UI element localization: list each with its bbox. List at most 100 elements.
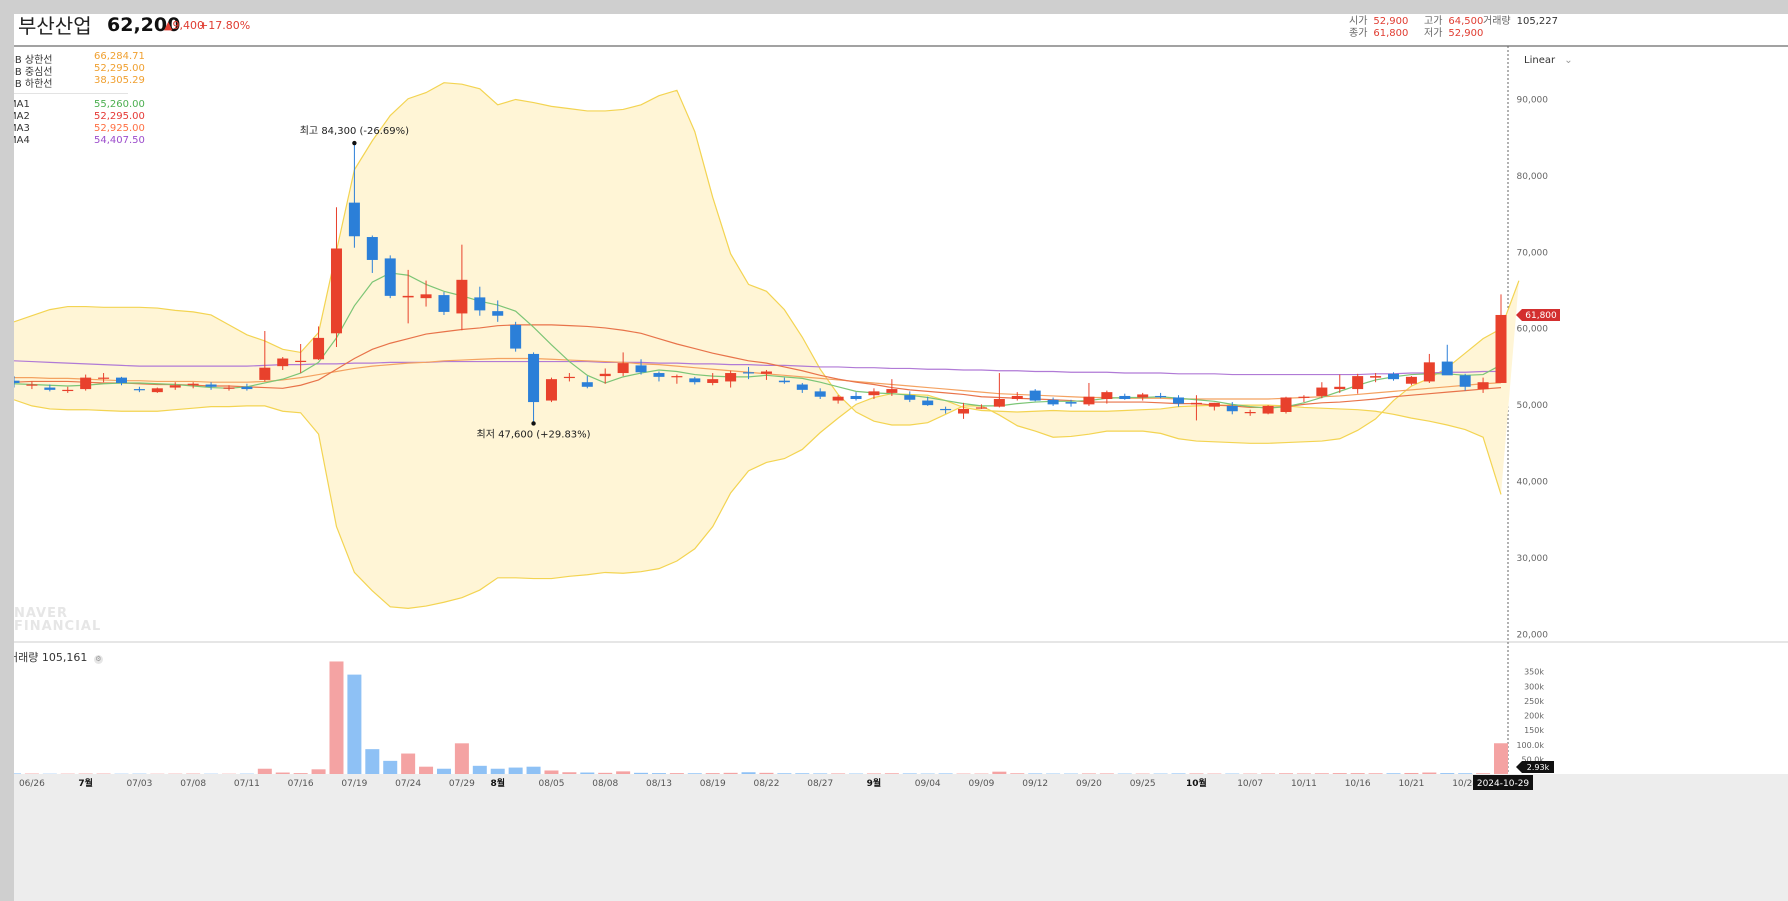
x-tick-label: 07/03: [126, 779, 152, 789]
candle-body: [1119, 395, 1131, 400]
volume-bar: [526, 766, 541, 774]
candle-body: [1352, 376, 1364, 390]
volume-bar: [634, 772, 649, 774]
volume-bar: [992, 771, 1007, 774]
x-tick-label: 10/16: [1345, 779, 1371, 789]
price-change-pct: +17.80%: [199, 19, 251, 32]
candle-body: [1280, 397, 1292, 413]
x-tick-label: 9월: [867, 777, 882, 789]
volume-bar: [1314, 773, 1329, 775]
watermark-line: FINANCIAL: [14, 619, 102, 634]
candle-body: [313, 337, 325, 360]
candle-body: [384, 258, 396, 296]
bb-band-fill: [14, 82, 1519, 609]
candle-body: [295, 360, 307, 363]
volume-bar: [777, 773, 792, 775]
candle-body: [223, 387, 235, 389]
volume-bar: [598, 772, 613, 774]
candle-body: [886, 389, 898, 393]
candle-body: [187, 383, 199, 386]
candle-body: [760, 371, 772, 374]
candle-body: [832, 396, 844, 401]
candle-body: [510, 324, 522, 349]
legend-label: MA4: [14, 135, 30, 146]
candle-body: [1495, 314, 1507, 383]
volume-tick-label: 200k: [1524, 712, 1544, 721]
candle-body: [1029, 390, 1041, 401]
legend-label: MA2: [14, 111, 30, 122]
y-tick-label: 50,000: [1517, 401, 1549, 411]
candle-body: [725, 373, 737, 382]
volume-bar: [472, 765, 487, 774]
low-label: 저가: [1424, 28, 1443, 39]
x-tick-label: 07/24: [395, 779, 421, 789]
volume-stat-value: 105,227: [1516, 16, 1558, 27]
candle-body: [1244, 412, 1256, 414]
chart-frame: 최고 84,300 (-26.69%) 최저 47,600 (+29.83%) 90…: [14, 14, 1788, 901]
volume-bar: [1458, 773, 1473, 775]
volume-bar: [293, 773, 308, 774]
legend-label: MA3: [14, 123, 30, 134]
volume-bar: [651, 773, 666, 774]
candle-body: [456, 279, 468, 314]
candle-body: [1334, 386, 1346, 390]
candle-body: [617, 363, 629, 374]
x-tick-label: 7월: [78, 777, 93, 789]
x-tick-label: 07/08: [180, 779, 206, 789]
x-tick-label: 08/22: [753, 779, 779, 789]
candle-body: [1405, 376, 1417, 384]
y-tick-label: 70,000: [1517, 248, 1549, 258]
low-value: 52,900: [1448, 28, 1484, 39]
volume-bar: [436, 768, 451, 774]
volume-bar: [1404, 772, 1419, 774]
volume-bar: [669, 773, 684, 774]
candle-body: [581, 382, 593, 387]
candle-body: [420, 294, 432, 299]
volume-bar: [1494, 743, 1508, 774]
price-chart[interactable]: 최고 84,300 (-26.69%) 최저 47,600 (+29.83%) 90…: [14, 14, 1788, 901]
volume-legend: 거래량 105,161 ⚙: [14, 649, 103, 665]
volume-bar: [490, 768, 505, 774]
x-tick-label: 09/12: [1022, 779, 1048, 789]
candle-body: [151, 388, 163, 393]
candle-body: [115, 377, 127, 383]
candle-body: [778, 380, 790, 383]
close-stat: 종가 61,800: [1349, 24, 1408, 39]
candle-body: [689, 378, 701, 383]
last-volume-label: 2.93k: [1527, 763, 1550, 772]
volume-bar: [365, 749, 380, 774]
x-tick-label: 06/26: [19, 779, 45, 789]
x-tick-label: 10/07: [1237, 779, 1263, 789]
candle-body: [1137, 394, 1149, 398]
candle-body: [330, 248, 342, 334]
x-tick-label: 07/29: [449, 779, 475, 789]
x-tick-label: 07/16: [288, 779, 314, 789]
candle-body: [814, 391, 826, 397]
candle-body: [474, 297, 486, 311]
scale-toggle-button[interactable]: Linear ⌄: [1524, 55, 1573, 66]
candle-body: [940, 408, 952, 411]
candle-body: [904, 395, 916, 400]
volume-bar: [687, 773, 702, 775]
stock-name: 부산산업: [18, 14, 92, 38]
legend-value: 55,260.00: [94, 99, 145, 110]
settings-icon[interactable]: ⚙: [93, 655, 103, 664]
volume-bar: [419, 766, 434, 774]
legend-bb-lower: BB 하한선 38,305.29: [14, 75, 145, 90]
candle-body: [44, 387, 56, 390]
candle-body: [975, 407, 987, 409]
y-tick-label: 20,000: [1517, 630, 1549, 640]
candle-body: [1298, 396, 1310, 398]
candle-body: [1065, 402, 1077, 404]
candle-body: [850, 395, 862, 400]
candle-body: [1423, 362, 1435, 382]
candle-body: [563, 376, 575, 379]
x-tick-label: 09/04: [915, 779, 941, 789]
legend-value: 52,295.00: [94, 63, 145, 74]
candle-body: [1316, 387, 1328, 396]
candle-body: [133, 389, 145, 391]
volume-bar: [508, 767, 523, 774]
x-tick-label: 10월: [1186, 777, 1207, 789]
candle-body: [958, 408, 970, 414]
legend-value: 54,407.50: [94, 135, 145, 146]
